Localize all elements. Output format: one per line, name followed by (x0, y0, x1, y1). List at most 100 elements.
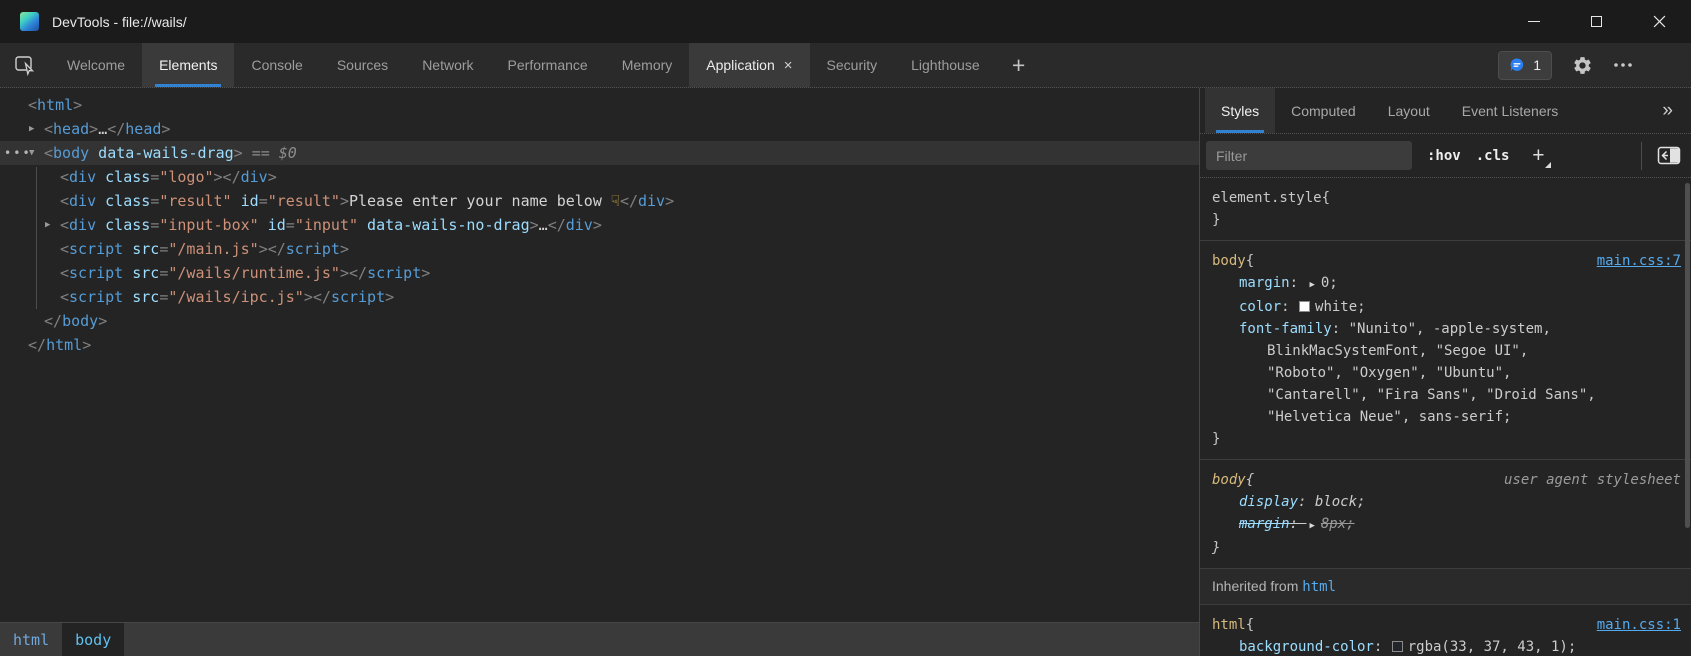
minimize-icon (1528, 21, 1540, 22)
new-style-rule-button[interactable]: + (1524, 142, 1552, 170)
css-declaration[interactable]: margin: ▶8px; (1212, 513, 1683, 537)
more-tabs-chevron[interactable]: » (1662, 100, 1673, 122)
css-property-value: block; (1315, 494, 1366, 510)
tab-welcome[interactable]: Welcome (50, 43, 142, 87)
tab-security[interactable]: Security (810, 43, 895, 87)
styles-tab-styles[interactable]: Styles (1205, 88, 1275, 133)
maximize-button[interactable] (1565, 0, 1628, 43)
css-declaration[interactable]: color: white; (1212, 296, 1683, 318)
expand-arrow-icon[interactable]: ▶ (29, 117, 34, 141)
dom-tree-row[interactable]: <script src="/wails/ipc.js"></script> (0, 285, 1199, 309)
selected-node-annotation: == $0 (252, 144, 297, 162)
styles-tab-layout[interactable]: Layout (1372, 88, 1446, 133)
css-property-value: white; (1315, 299, 1366, 315)
dom-tree-row[interactable]: <script src="/main.js"></script> (0, 237, 1199, 261)
styles-tab-computed[interactable]: Computed (1275, 88, 1372, 133)
css-value-wrap-line: "Helvetica Neue", sans-serif; (1212, 406, 1683, 428)
breadcrumb-html[interactable]: html (0, 623, 62, 656)
selected-node-handle: ••• (4, 141, 32, 165)
dom-tree-row[interactable]: <div class="logo"></div> (0, 165, 1199, 189)
styles-scrollbar-thumb[interactable] (1685, 183, 1690, 528)
color-swatch[interactable] (1299, 301, 1310, 312)
css-rule-html: html {main.css:1background-color: rgba(3… (1200, 605, 1691, 656)
css-property-value: rgba(33, 37, 43, 1); (1408, 639, 1577, 655)
styles-rule-list: element.style {}body {main.css:7margin: … (1200, 178, 1691, 656)
css-rule-close-brace: } (1212, 537, 1683, 559)
tab-memory[interactable]: Memory (605, 43, 690, 87)
tab-label: Sources (337, 57, 388, 73)
gear-icon (1572, 55, 1593, 76)
dom-tree-row[interactable]: </html> (0, 333, 1199, 357)
add-tab-button[interactable]: + (997, 43, 1041, 87)
devtools-toolbar: Welcome Elements Console Sources Network Perf… (0, 43, 1691, 88)
css-rule-header: html {main.css:1 (1212, 614, 1683, 636)
tab-application[interactable]: Application× (689, 43, 809, 87)
breadcrumb-label: body (75, 631, 111, 649)
breadcrumb-body[interactable]: body (62, 623, 124, 656)
tab-sources[interactable]: Sources (320, 43, 405, 87)
dom-tree-row[interactable]: <html> (0, 93, 1199, 117)
tab-network[interactable]: Network (405, 43, 490, 87)
tab-elements[interactable]: Elements (142, 43, 234, 87)
inherited-from-tag-link[interactable]: html (1302, 579, 1336, 595)
dom-tree-row[interactable]: ▶<head>…</head> (0, 117, 1199, 141)
tab-console[interactable]: Console (234, 43, 319, 87)
stylesheet-link[interactable]: main.css:1 (1597, 614, 1683, 636)
css-property-name: font-family (1239, 321, 1332, 337)
styles-tab-event-listeners[interactable]: Event Listeners (1446, 88, 1575, 133)
tab-label: Network (422, 57, 473, 73)
dom-tree-row[interactable]: <div class="result" id="result">Please e… (0, 189, 1199, 213)
toggle-sidebar-button[interactable] (1657, 146, 1681, 165)
window-title: DevTools - file://wails/ (52, 14, 187, 30)
dom-tree-row[interactable]: •••▼<body data-wails-drag>== $0 (0, 141, 1199, 165)
tab-lighthouse[interactable]: Lighthouse (894, 43, 997, 87)
issues-message-icon (1509, 57, 1525, 73)
css-rule-body: body {main.css:7margin: ▶0;color: white;… (1200, 241, 1691, 460)
tab-label: Welcome (67, 57, 125, 73)
color-swatch[interactable] (1392, 641, 1403, 652)
css-rule-header: body {user agent stylesheet (1212, 469, 1683, 491)
css-selector: body (1212, 469, 1246, 491)
toggle-class-button[interactable]: .cls (1476, 148, 1510, 164)
toolbar-right-cluster: 1 (1498, 43, 1691, 87)
stylesheet-link[interactable]: main.css:7 (1597, 250, 1683, 272)
issues-count: 1 (1533, 57, 1541, 73)
collapse-arrow-icon[interactable]: ▼ (29, 141, 34, 165)
tab-label: Console (251, 57, 302, 73)
inherited-from-header: Inherited from html (1200, 569, 1691, 605)
css-declaration[interactable]: margin: ▶0; (1212, 272, 1683, 296)
tab-label: Memory (622, 57, 673, 73)
dom-tree-row[interactable]: ▶<div class="input-box" id="input" data-… (0, 213, 1199, 237)
window-controls (1502, 0, 1691, 43)
issues-badge[interactable]: 1 (1498, 51, 1552, 80)
tab-label: Lighthouse (911, 57, 980, 73)
settings-button[interactable] (1572, 55, 1593, 76)
user-agent-note: user agent stylesheet (1504, 469, 1683, 491)
expand-shorthand-icon[interactable]: ▶ (1309, 280, 1314, 290)
close-button[interactable] (1628, 0, 1691, 43)
css-selector: body (1212, 250, 1246, 272)
tab-performance[interactable]: Performance (491, 43, 605, 87)
css-property-name: margin (1239, 275, 1290, 291)
css-rule-header: body {main.css:7 (1212, 250, 1683, 272)
css-value-wrap-line: BlinkMacSystemFont, "Segoe UI", (1212, 340, 1683, 362)
expand-arrow-icon[interactable]: ▶ (45, 213, 50, 237)
css-declaration[interactable]: display: block; (1212, 491, 1683, 513)
overflow-menu-button[interactable] (1613, 62, 1633, 68)
css-declaration[interactable]: font-family: "Nunito", -apple-system, (1212, 318, 1683, 340)
styles-tab-label: Layout (1388, 103, 1430, 119)
toggle-hover-state-button[interactable]: :hov (1427, 148, 1461, 164)
css-declaration[interactable]: background-color: rgba(33, 37, 43, 1); (1212, 636, 1683, 656)
dom-tree-row[interactable]: <script src="/wails/runtime.js"></script… (0, 261, 1199, 285)
minimize-button[interactable] (1502, 0, 1565, 43)
styles-tab-label: Event Listeners (1462, 103, 1559, 119)
styles-sidebar: Styles Computed Layout Event Listeners » :h… (1200, 88, 1691, 656)
inspect-element-button[interactable] (0, 43, 50, 87)
toolbar-separator (1641, 142, 1642, 170)
devtools-main: <html>▶<head>…</head>•••▼<body data-wail… (0, 88, 1691, 656)
tab-close-icon[interactable]: × (784, 58, 793, 73)
styles-filter-input[interactable] (1206, 141, 1412, 170)
styles-tab-label: Computed (1291, 103, 1356, 119)
dom-tree-row[interactable]: </body> (0, 309, 1199, 333)
expand-shorthand-icon[interactable]: ▶ (1309, 521, 1314, 531)
